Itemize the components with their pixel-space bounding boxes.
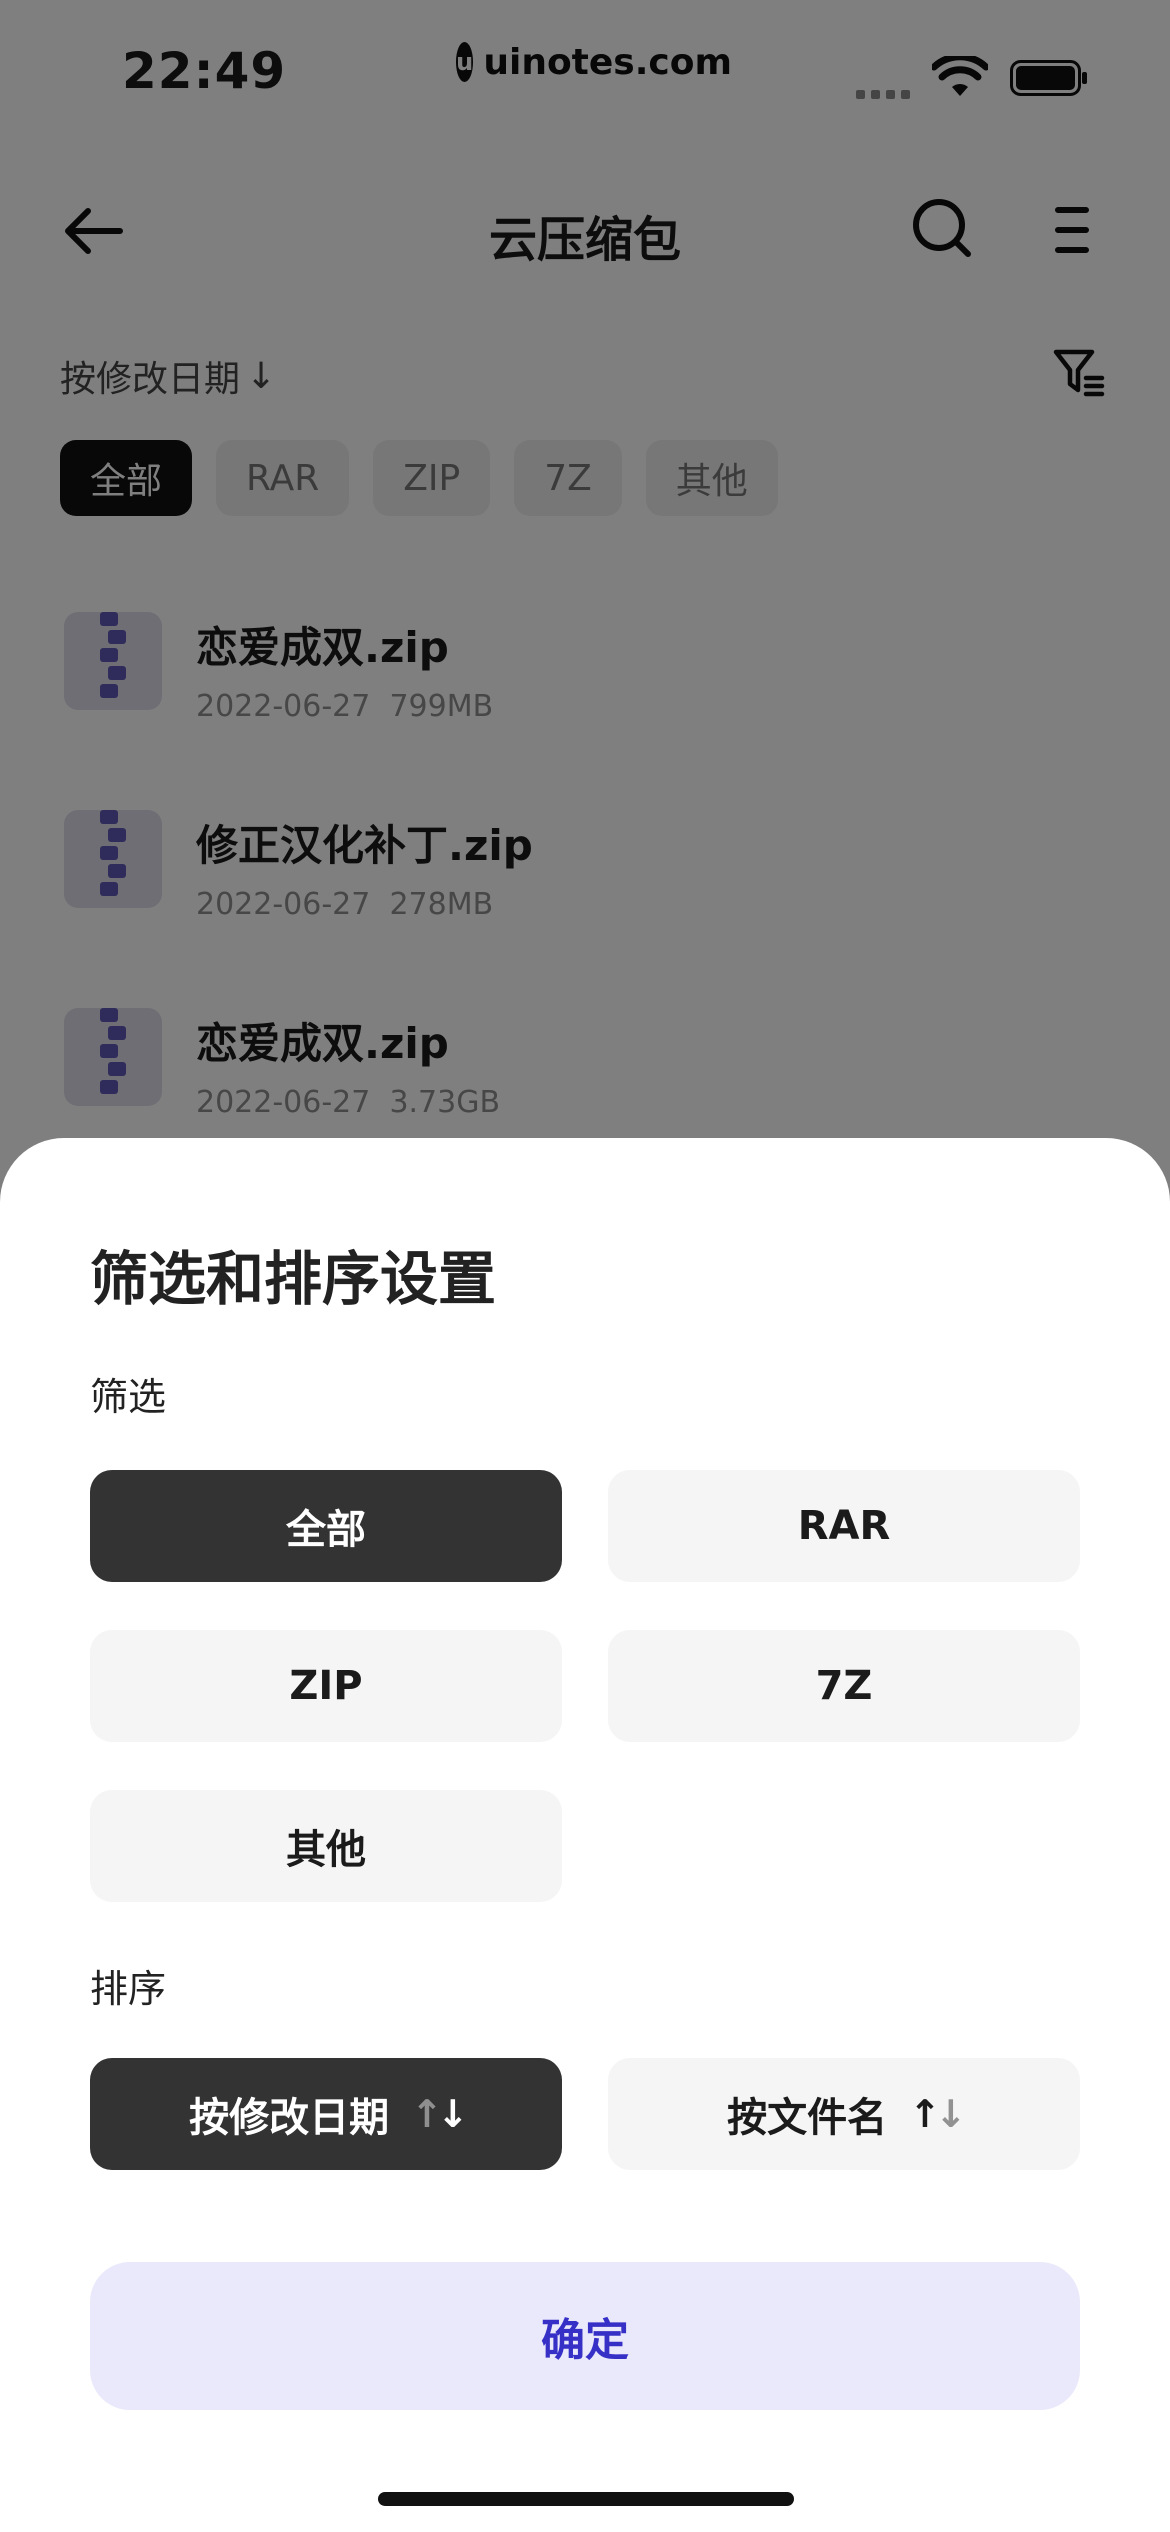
filter-option-all[interactable]: 全部 [90,1470,562,1582]
filter-option-other[interactable]: 其他 [90,1790,562,1902]
sheet-title: 筛选和排序设置 [90,1245,497,1313]
sort-order-icon: ↑↓ [909,2092,967,2136]
sort-option-label: 按修改日期 [189,2095,390,2141]
home-indicator [378,2492,794,2506]
filter-section-label: 筛选 [90,1375,167,1419]
filter-option-7z[interactable]: 7Z [608,1630,1080,1742]
filter-option-zip[interactable]: ZIP [90,1630,562,1742]
sort-section-label: 排序 [90,1967,167,2011]
sort-option-label: 按文件名 [727,2095,888,2141]
sort-order-icon: ↑↓ [411,2092,469,2136]
confirm-button[interactable]: 确定 [90,2262,1080,2410]
sort-option-file-name[interactable]: 按文件名 ↑↓ [608,2058,1080,2170]
sort-option-modified-date[interactable]: 按修改日期 ↑↓ [90,2058,562,2170]
filter-option-rar[interactable]: RAR [608,1470,1080,1582]
